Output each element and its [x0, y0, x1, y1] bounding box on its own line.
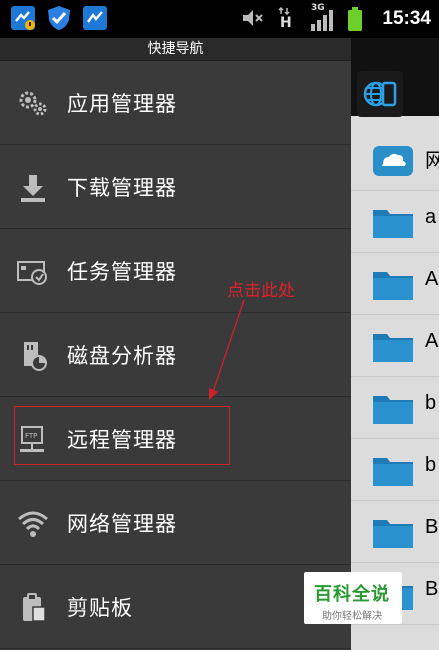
signal-type-label: H [280, 15, 292, 31]
watermark-logo: 百科全说 助你轻松解决 [304, 572, 402, 624]
menu-item-clipboard[interactable]: 剪贴板 [0, 565, 351, 649]
file-name: 网 [425, 150, 439, 172]
mute-icon [243, 10, 263, 26]
menu-item-task-manager[interactable]: 任务管理器 [0, 229, 351, 313]
disk-analyze-icon [24, 342, 47, 371]
file-name: A [425, 268, 439, 290]
folder-icon [373, 458, 413, 486]
file-list-item[interactable]: B [351, 502, 439, 563]
menu-item-label: 磁盘分析器 [67, 344, 177, 368]
file-name: B [425, 516, 439, 538]
clipboard-icon [23, 593, 46, 622]
cloud-drive-icon [373, 146, 413, 176]
menu-item-label: 任务管理器 [67, 260, 177, 284]
sync-warning-icon [11, 6, 35, 30]
folder-icon [373, 396, 413, 424]
menu-item-disk-analyzer[interactable]: 磁盘分析器 [0, 313, 351, 397]
file-name: a [425, 206, 437, 228]
highlight-box [14, 406, 230, 465]
annotation-text: 点击此处 [227, 281, 295, 301]
menu-item-label: 剪贴板 [67, 596, 133, 620]
download-icon [21, 175, 45, 202]
file-name: B [425, 578, 439, 600]
battery-icon [348, 7, 362, 31]
task-icon [17, 261, 47, 285]
folder-icon [373, 334, 413, 362]
toolbar [351, 38, 439, 117]
menu-item-label: 应用管理器 [67, 92, 177, 116]
file-list-item[interactable]: a [351, 192, 439, 253]
gears-icon [19, 91, 47, 116]
file-name: b [425, 392, 437, 414]
file-manager-panel: 网 a A Ab b B B [351, 38, 439, 650]
folder-icon [373, 272, 413, 300]
network-view-button[interactable] [357, 71, 403, 117]
globe-device-icon [363, 81, 397, 107]
file-list-item[interactable]: b [351, 440, 439, 501]
clock: 15:34 [382, 8, 431, 29]
file-list-item[interactable]: b [351, 378, 439, 439]
file-name: A [425, 330, 439, 352]
file-list-item[interactable]: A [351, 254, 439, 315]
watermark-title: 百科全说 [314, 584, 390, 605]
drawer-title: 快捷导航 [0, 38, 351, 61]
quick-nav-drawer: 快捷导航 应用管理器 下载管理器 任务管理器 磁盘分析器 FTP 远程管理器 网… [0, 38, 351, 650]
watermark-subtitle: 助你轻松解决 [322, 611, 382, 622]
menu-item-network-manager[interactable]: 网络管理器 [0, 481, 351, 565]
folder-icon [373, 210, 413, 238]
sync-icon [83, 6, 107, 30]
wifi-icon [18, 511, 48, 537]
menu-item-label: 网络管理器 [67, 512, 177, 536]
signal-icon [311, 10, 333, 31]
file-list-item[interactable]: A [351, 316, 439, 377]
file-list-item[interactable]: 网 [351, 130, 439, 191]
folder-icon [373, 520, 413, 548]
menu-item-label: 下载管理器 [67, 176, 177, 200]
status-bar: H 3G 15:34 [0, 0, 439, 38]
menu-item-app-manager[interactable]: 应用管理器 [0, 61, 351, 145]
shield-icon [48, 6, 70, 30]
file-name: b [425, 454, 437, 476]
menu-item-download-manager[interactable]: 下载管理器 [0, 145, 351, 229]
